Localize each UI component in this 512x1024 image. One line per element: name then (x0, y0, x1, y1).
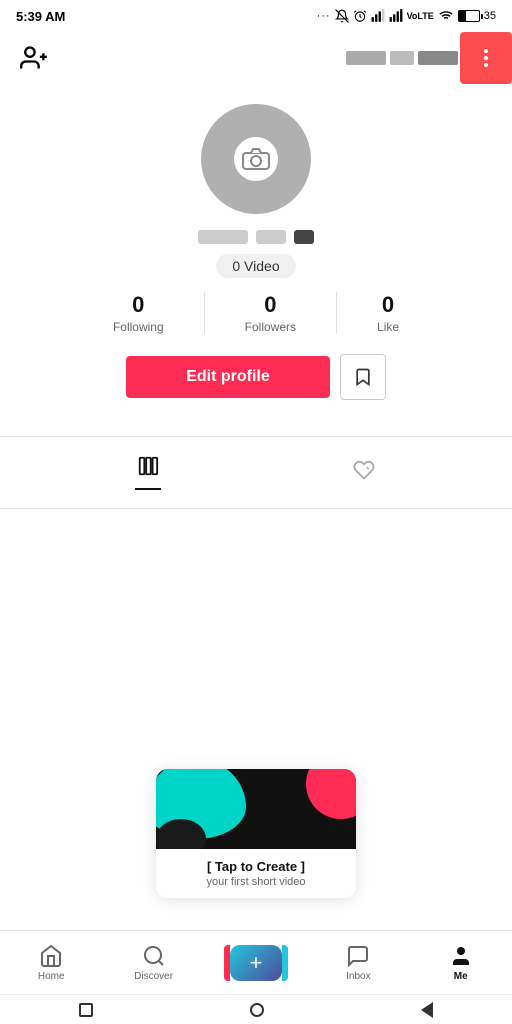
nav-discover[interactable]: Discover (124, 944, 184, 982)
profile-section: 0 Video 0 Following 0 Followers 0 Like E… (0, 84, 512, 436)
battery-icon (458, 10, 480, 22)
alarm-icon (353, 9, 367, 23)
blob-pink (306, 769, 356, 819)
tab-grid[interactable] (131, 451, 165, 494)
followers-stat[interactable]: 0 Followers (205, 292, 337, 334)
wifi-icon (438, 9, 454, 23)
display-name (198, 230, 314, 244)
lte-label: VoLTE (407, 11, 434, 21)
likes-count: 0 (382, 292, 394, 318)
android-back-button[interactable] (421, 1002, 433, 1018)
inbox-label: Inbox (346, 971, 370, 982)
nav-create[interactable]: + (226, 945, 286, 981)
create-tap-label: [ Tap to Create ] (168, 859, 344, 874)
android-home-button[interactable] (250, 1003, 264, 1017)
discover-label: Discover (134, 971, 173, 982)
bookmark-button[interactable] (340, 354, 386, 400)
profile-icon (449, 944, 473, 968)
create-card[interactable]: [ Tap to Create ] your first short video (156, 769, 356, 898)
likes-stat[interactable]: 0 Like (337, 292, 439, 334)
signal-icon: ··· (317, 10, 331, 22)
video-grid (0, 509, 512, 729)
video-count-badge: 0 Video (216, 254, 295, 278)
home-label: Home (38, 971, 65, 982)
create-card-text: [ Tap to Create ] your first short video (156, 849, 356, 898)
me-label: Me (454, 971, 468, 982)
followers-label: Followers (245, 320, 296, 334)
inbox-icon (346, 944, 370, 968)
signal-bars-icon (371, 9, 385, 23)
following-stat[interactable]: 0 Following (73, 292, 205, 334)
android-nav (0, 994, 512, 1024)
camera-icon (234, 137, 278, 181)
battery-percent: 35 (484, 10, 496, 22)
following-count: 0 (132, 292, 144, 318)
stats-row: 0 Following 0 Followers 0 Like (16, 292, 496, 334)
bottom-nav: Home Discover + Inbox Me (0, 930, 512, 994)
status-icons: ··· VoLTE 35 (317, 9, 496, 23)
create-card-art (156, 769, 356, 849)
nav-home[interactable]: Home (21, 944, 81, 982)
status-time: 5:39 AM (16, 9, 65, 24)
discover-icon (142, 944, 166, 968)
action-row: Edit profile (16, 354, 496, 400)
content-tabs (0, 437, 512, 509)
more-options-button[interactable] (460, 32, 512, 84)
followers-count: 0 (264, 292, 276, 318)
home-icon (39, 944, 63, 968)
following-label: Following (113, 320, 164, 334)
top-nav: ▼ (0, 32, 512, 84)
add-user-button[interactable] (16, 40, 52, 76)
edit-profile-button[interactable]: Edit profile (126, 356, 330, 398)
likes-label: Like (377, 320, 399, 334)
plus-icon: + (250, 950, 263, 976)
status-bar: 5:39 AM ··· VoLTE 35 (0, 0, 512, 32)
signal-bars2-icon (389, 9, 403, 23)
vertical-dots-icon (484, 49, 488, 67)
android-recents-button[interactable] (79, 1003, 93, 1017)
avatar (201, 104, 311, 214)
nav-inbox[interactable]: Inbox (328, 944, 388, 982)
tab-liked[interactable] (347, 455, 381, 490)
mute-icon (335, 9, 349, 23)
nav-me[interactable]: Me (431, 944, 491, 982)
create-button[interactable]: + (230, 945, 282, 981)
create-card-wrapper: [ Tap to Create ] your first short video (0, 769, 512, 898)
create-sub-label: your first short video (168, 876, 344, 888)
